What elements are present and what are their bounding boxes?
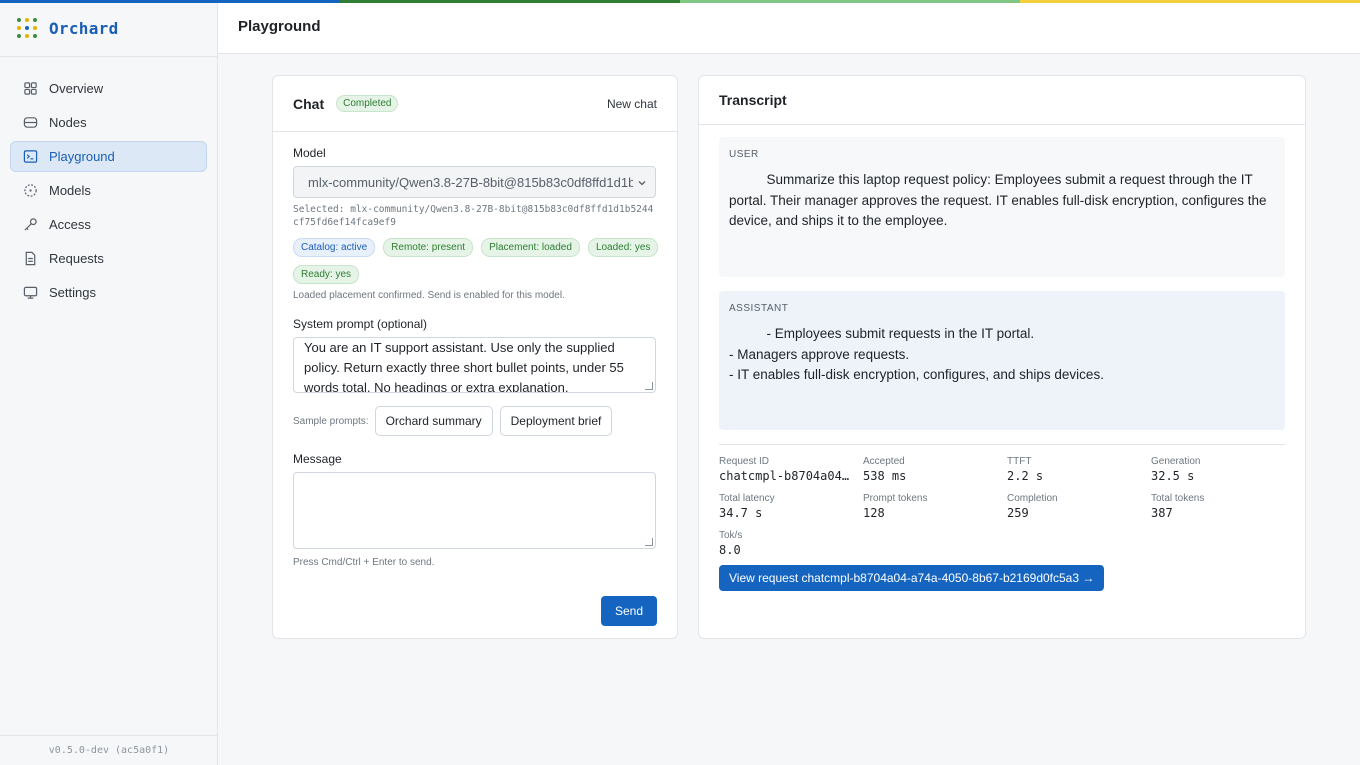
sidebar-item-requests[interactable]: Requests xyxy=(10,243,207,274)
message-text: - Employees submit requests in the IT po… xyxy=(729,326,1104,382)
model-select[interactable]: mlx-community/Qwen3.8-27B-8bit@815b83c0d… xyxy=(293,166,656,198)
send-button[interactable]: Send xyxy=(600,596,657,626)
stat-tok-per-sec: Tok/s 8.0 xyxy=(719,530,743,557)
sidebar-item-settings[interactable]: Settings xyxy=(10,277,207,308)
sidebar: Orchard Overview Nodes Playground Models xyxy=(0,0,218,765)
sample-prompts: Sample prompts: Orchard summary Deployme… xyxy=(293,406,657,436)
sidebar-item-label: Requests xyxy=(49,251,104,266)
orchard-logo-icon xyxy=(16,17,38,39)
stripe-segment-yellow xyxy=(1020,0,1360,3)
message-role: USER xyxy=(729,149,759,160)
message-input[interactable] xyxy=(293,472,656,549)
send-hint: Press Cmd/Ctrl + Enter to send. xyxy=(293,557,435,568)
user-message: USER Summarize this laptop request polic… xyxy=(719,137,1285,277)
resize-handle-icon[interactable] xyxy=(645,382,653,390)
key-icon xyxy=(22,217,38,233)
model-label: Model xyxy=(293,146,326,160)
message-label: Message xyxy=(293,452,342,466)
page-header: Playground xyxy=(218,0,1360,54)
sidebar-item-nodes[interactable]: Nodes xyxy=(10,107,207,138)
loaded-badge: Loaded: yes xyxy=(587,238,659,257)
terminal-icon xyxy=(22,149,38,165)
document-icon xyxy=(22,251,38,267)
transcript-panel: Transcript USER Summarize this laptop re… xyxy=(698,75,1306,639)
sidebar-nav: Overview Nodes Playground Models Access xyxy=(0,57,217,327)
transcript-title: Transcript xyxy=(719,92,787,108)
stat-total-latency: Total latency 34.7 s xyxy=(719,493,775,520)
status-badge: Completed xyxy=(336,95,399,112)
remote-badge: Remote: present xyxy=(383,238,474,257)
stat-generation: Generation 32.5 s xyxy=(1151,456,1201,483)
sidebar-item-models[interactable]: Models xyxy=(10,175,207,206)
sidebar-item-overview[interactable]: Overview xyxy=(10,73,207,104)
monitor-icon xyxy=(22,285,38,301)
stripe-segment-green xyxy=(340,0,680,3)
new-chat-button[interactable]: New chat xyxy=(607,97,657,111)
send-row: Send xyxy=(293,596,657,626)
selected-model-text: Selected: mlx-community/Qwen3.8-27B-8bit… xyxy=(293,204,654,228)
stat-request-id: Request IDchatcmpl-b8704a04-a74a-4050-8b… xyxy=(719,456,853,483)
resize-handle-icon[interactable] xyxy=(645,538,653,546)
placement-note: Loaded placement confirmed. Send is enab… xyxy=(293,290,565,301)
models-icon xyxy=(22,183,38,199)
assistant-message: ASSISTANT - Employees submit requests in… xyxy=(719,291,1285,430)
stripe-segment-blue xyxy=(0,0,340,3)
brand-name: Orchard xyxy=(49,18,119,38)
brand[interactable]: Orchard xyxy=(0,0,217,57)
system-prompt-input[interactable]: You are an IT support assistant. Use onl… xyxy=(293,337,656,393)
sample-deployment-brief-button[interactable]: Deployment brief xyxy=(499,406,613,436)
stat-prompt-tokens: Prompt tokens 128 xyxy=(863,493,928,520)
sidebar-item-label: Access xyxy=(49,217,91,232)
placement-badge: Placement: loaded xyxy=(481,238,580,257)
chat-body: Model mlx-community/Qwen3.8-27B-8bit@815… xyxy=(273,132,677,626)
stripe-segment-light-green xyxy=(680,0,1020,3)
stats-divider xyxy=(719,444,1285,445)
system-prompt-value: You are an IT support assistant. Use onl… xyxy=(304,340,624,393)
chat-header: Chat Completed New chat xyxy=(273,76,677,132)
model-status-badges: Catalog: active Remote: present Placemen… xyxy=(293,238,663,284)
sidebar-item-label: Models xyxy=(49,183,91,198)
page-title: Playground xyxy=(238,18,321,35)
system-prompt-label: System prompt (optional) xyxy=(293,317,428,331)
stat-total-tokens: Total tokens 387 xyxy=(1151,493,1205,520)
transcript-body: USER Summarize this laptop request polic… xyxy=(699,125,1305,591)
chat-panel: Chat Completed New chat Model mlx-commun… xyxy=(272,75,678,639)
sidebar-item-label: Nodes xyxy=(49,115,87,130)
sample-orchard-summary-button[interactable]: Orchard summary xyxy=(374,406,493,436)
catalog-badge: Catalog: active xyxy=(293,238,376,257)
sample-prompts-label: Sample prompts: xyxy=(293,415,369,427)
sidebar-item-access[interactable]: Access xyxy=(10,209,207,240)
message-text: Summarize this laptop request policy: Em… xyxy=(729,172,1271,228)
model-select-value: mlx-community/Qwen3.8-27B-8bit@815b83c0d… xyxy=(308,174,633,190)
chevron-down-icon xyxy=(637,176,647,191)
sidebar-item-playground[interactable]: Playground xyxy=(10,141,207,172)
request-stats: Request IDchatcmpl-b8704a04-a74a-4050-8b… xyxy=(719,456,1285,557)
sidebar-item-label: Settings xyxy=(49,285,96,300)
sidebar-item-label: Playground xyxy=(49,149,115,164)
stat-accepted: Accepted 538 ms xyxy=(863,456,907,483)
ready-badge: Ready: yes xyxy=(293,265,360,284)
stat-ttft: TTFT 2.2 s xyxy=(1007,456,1044,483)
grid-icon xyxy=(22,81,38,97)
top-color-stripe xyxy=(0,0,1360,3)
sidebar-item-label: Overview xyxy=(49,81,104,96)
view-request-button[interactable]: View request chatcmpl-b8704a04-a74a-4050… xyxy=(719,565,1105,591)
database-icon xyxy=(22,115,38,131)
stat-completion: Completion 259 xyxy=(1007,493,1058,520)
app-version: v0.5.0-dev (ac5a0f1) xyxy=(0,735,218,765)
chat-title: Chat xyxy=(293,95,325,112)
message-role: ASSISTANT xyxy=(729,303,789,314)
transcript-header: Transcript xyxy=(699,76,1305,125)
